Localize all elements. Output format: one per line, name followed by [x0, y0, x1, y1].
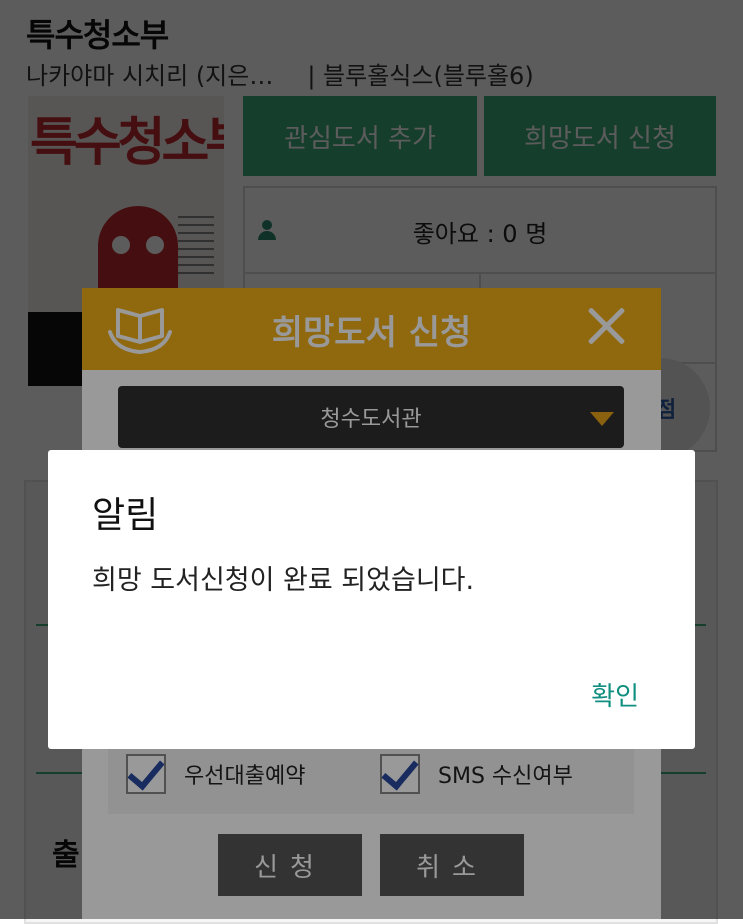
alert-message: 희망 도서신청이 완료 되었습니다.	[92, 565, 475, 596]
ok-button[interactable]: 확인	[591, 676, 639, 713]
alert-title: 알림	[92, 495, 159, 536]
alert-dialog: 알림 희망 도서신청이 완료 되었습니다. 확인	[48, 450, 695, 749]
